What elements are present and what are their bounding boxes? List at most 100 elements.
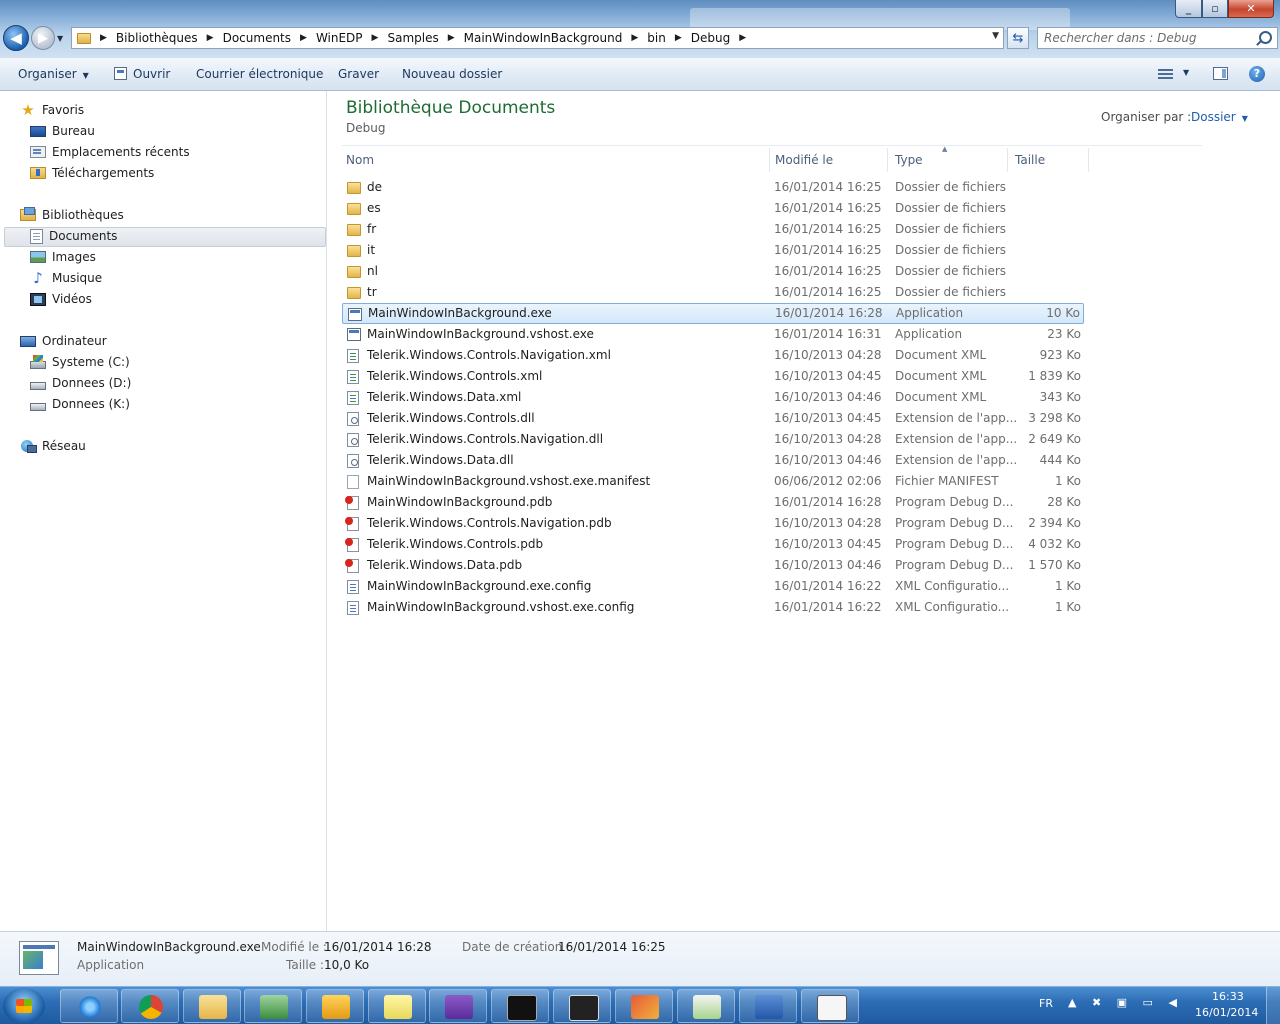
search-input[interactable] <box>1044 30 1249 46</box>
tools-icon <box>631 995 659 1019</box>
file-row[interactable]: MainWindowInBackground.vshost.exe.config… <box>342 597 1084 618</box>
language-indicator[interactable]: FR <box>1039 997 1053 1010</box>
nav-item-drive-c[interactable]: Systeme (C:) <box>30 352 130 372</box>
view-options-icon[interactable] <box>1158 69 1173 80</box>
nav-item-recent-places[interactable]: Emplacements récents <box>30 142 190 162</box>
file-row[interactable]: Telerik.Windows.Controls.xml 16/10/2013 0… <box>342 366 1084 387</box>
search-icon[interactable] <box>1259 31 1272 44</box>
maximize-button[interactable]: ▫ <box>1202 0 1228 18</box>
nav-item-desktop[interactable]: Bureau <box>30 121 95 141</box>
file-row[interactable]: tr 16/01/2014 16:25 Dossier de fichiers <box>342 282 1084 303</box>
nav-item-images[interactable]: Images <box>30 247 96 267</box>
taskbar-internet-explorer[interactable] <box>60 989 118 1023</box>
chevron-right-icon[interactable]: ▶ <box>300 33 307 43</box>
chevron-right-icon[interactable]: ▶ <box>100 33 107 43</box>
file-row[interactable]: it 16/01/2014 16:25 Dossier de fichiers <box>342 240 1084 261</box>
nav-item-favorites[interactable]: ★ Favoris <box>20 100 84 120</box>
organize-button[interactable]: Organiser ▼ <box>18 58 89 90</box>
breadcrumb-debug[interactable]: Debug <box>691 31 730 45</box>
taskbar-notepad-plus[interactable] <box>677 989 735 1023</box>
search-box[interactable] <box>1037 27 1278 49</box>
close-button[interactable]: ✕ <box>1228 0 1274 18</box>
file-row[interactable]: Telerik.Windows.Data.pdb 16/10/2013 04:46… <box>342 555 1084 576</box>
column-header-type[interactable]: Type <box>891 148 1008 172</box>
file-row[interactable]: MainWindowInBackground.exe 16/01/2014 16:… <box>342 303 1084 324</box>
nav-item-music[interactable]: ♪ Musique <box>30 268 102 288</box>
taskbar-sticky-notes[interactable] <box>368 989 426 1023</box>
file-row[interactable]: MainWindowInBackground.pdb 16/01/2014 16:… <box>342 492 1084 513</box>
file-size: 10 Ko <box>1046 306 1080 320</box>
clock-date[interactable]: 16/01/2014 <box>1195 1006 1258 1019</box>
file-row[interactable]: Telerik.Windows.Controls.pdb 16/10/2013 0… <box>342 534 1084 555</box>
breadcrumb-bin[interactable]: bin <box>647 31 666 45</box>
chevron-right-icon[interactable]: ▶ <box>675 33 682 43</box>
column-header-modified[interactable]: Modifié le <box>771 148 888 172</box>
back-button[interactable]: ◀ <box>3 25 29 51</box>
file-row[interactable]: fr 16/01/2014 16:25 Dossier de fichiers <box>342 219 1084 240</box>
file-row[interactable]: es 16/01/2014 16:25 Dossier de fichiers <box>342 198 1084 219</box>
taskbar-remote-desktop[interactable] <box>244 989 302 1023</box>
nav-item-drive-k[interactable]: Donnees (K:) <box>30 394 130 414</box>
file-name: MainWindowInBackground.vshost.exe.manife… <box>367 474 651 488</box>
nav-item-documents[interactable]: Documents <box>30 226 117 246</box>
file-row[interactable]: Telerik.Windows.Data.xml 16/10/2013 04:46… <box>342 387 1084 408</box>
nav-item-libraries[interactable]: Bibliothèques <box>20 205 124 225</box>
nav-item-videos[interactable]: Vidéos <box>30 289 92 309</box>
file-row[interactable]: Telerik.Windows.Controls.Navigation.dll 1… <box>342 429 1084 450</box>
taskbar-visual-studio[interactable] <box>429 989 487 1023</box>
breadcrumb-libraries[interactable]: Bibliothèques <box>116 31 198 45</box>
taskbar-microedp[interactable] <box>553 989 611 1023</box>
show-desktop-button[interactable] <box>1266 987 1280 1024</box>
taskbar-explorer[interactable] <box>183 989 241 1023</box>
burn-button[interactable]: Graver <box>338 58 379 90</box>
file-row[interactable]: Telerik.Windows.Controls.Navigation.pdb 1… <box>342 513 1084 534</box>
taskbar-document-viewer[interactable] <box>801 989 859 1023</box>
window-titlebar: _ ▫ ✕ ◀ ▶ ▼ ▶ Bibliothèques ▶ Documents … <box>0 0 1280 58</box>
taskbar-visio[interactable] <box>739 989 797 1023</box>
refresh-button[interactable]: ⇆ <box>1007 27 1029 49</box>
minimize-button[interactable]: _ <box>1175 0 1202 18</box>
nav-item-network[interactable]: Réseau <box>20 436 86 456</box>
taskbar-outlook[interactable] <box>306 989 364 1023</box>
file-row[interactable]: de 16/01/2014 16:25 Dossier de fichiers <box>342 177 1084 198</box>
file-row[interactable]: Telerik.Windows.Data.dll 16/10/2013 04:46… <box>342 450 1084 471</box>
chevron-right-icon[interactable]: ▶ <box>739 33 746 43</box>
help-icon[interactable]: ? <box>1249 66 1265 82</box>
chevron-right-icon[interactable]: ▶ <box>631 33 638 43</box>
chevron-right-icon[interactable]: ▶ <box>372 33 379 43</box>
clock-time[interactable]: 16:33 <box>1212 990 1244 1003</box>
breadcrumb-samples[interactable]: Samples <box>387 31 438 45</box>
taskbar-chrome[interactable] <box>121 989 179 1023</box>
file-row[interactable]: MainWindowInBackground.vshost.exe.manife… <box>342 471 1084 492</box>
nav-item-computer[interactable]: Ordinateur <box>20 331 107 351</box>
address-history-dropdown[interactable]: ▼ <box>992 31 999 41</box>
nav-label: Musique <box>52 271 103 285</box>
file-row[interactable]: Telerik.Windows.Controls.Navigation.xml 1… <box>342 345 1084 366</box>
taskbar-command-prompt[interactable] <box>491 989 549 1023</box>
recent-pages-dropdown[interactable]: ▼ <box>57 34 63 43</box>
arrange-by-dropdown[interactable]: Dossier ▼ <box>1191 110 1248 124</box>
breadcrumb-mainwindow[interactable]: MainWindowInBackground <box>464 31 623 45</box>
taskbar-tools[interactable] <box>615 989 673 1023</box>
start-button[interactable] <box>3 988 45 1024</box>
column-header-size[interactable]: Taille <box>1011 148 1089 172</box>
open-button[interactable]: Ouvrir <box>114 58 170 90</box>
breadcrumb-winedp[interactable]: WinEDP <box>316 31 363 45</box>
breadcrumb-documents[interactable]: Documents <box>223 31 291 45</box>
system-tray-icons[interactable]: ▲ ✖ ▣ ▭ ◀ <box>1068 996 1183 1009</box>
new-folder-button[interactable]: Nouveau dossier <box>402 58 502 90</box>
chevron-right-icon[interactable]: ▶ <box>448 33 455 43</box>
file-row[interactable]: nl 16/01/2014 16:25 Dossier de fichiers <box>342 261 1084 282</box>
nav-item-drive-d[interactable]: Donnees (D:) <box>30 373 131 393</box>
file-row[interactable]: MainWindowInBackground.exe.config 16/01/2… <box>342 576 1084 597</box>
nav-item-downloads[interactable]: Téléchargements <box>30 163 154 183</box>
preview-pane-icon[interactable] <box>1213 67 1228 80</box>
file-row[interactable]: Telerik.Windows.Controls.dll 16/10/2013 0… <box>342 408 1084 429</box>
address-bar[interactable]: ▶ Bibliothèques ▶ Documents ▶ WinEDP ▶ S… <box>71 27 1004 49</box>
view-dropdown-icon[interactable]: ▼ <box>1183 68 1189 77</box>
chevron-right-icon[interactable]: ▶ <box>207 33 214 43</box>
file-row[interactable]: MainWindowInBackground.vshost.exe 16/01/2… <box>342 324 1084 345</box>
column-header-name[interactable]: Nom <box>342 148 770 172</box>
email-button[interactable]: Courrier électronique <box>196 58 323 90</box>
forward-button[interactable]: ▶ <box>31 26 55 50</box>
